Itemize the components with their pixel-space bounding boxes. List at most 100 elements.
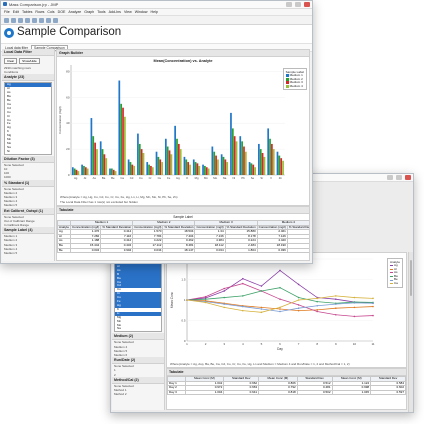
- data-table-icon[interactable]: [46, 17, 51, 23]
- menu-item-help[interactable]: Help: [151, 9, 158, 15]
- bar: [192, 159, 195, 175]
- bar: [114, 171, 117, 175]
- menu-item-edit[interactable]: Edit: [13, 9, 19, 15]
- menu-item-analyze[interactable]: Analyze: [68, 9, 81, 15]
- data-point: [353, 315, 356, 318]
- analyte-list[interactable]: Ag Al As Ba Be Ca Cd Co Cr Cu Fe Hg K Mg Mn Mo Na Ni: [4, 82, 52, 155]
- back-vertical-scrollbar[interactable]: [408, 252, 413, 412]
- bar: [226, 162, 229, 175]
- close-button[interactable]: [304, 2, 310, 7]
- data-point: [279, 286, 281, 289]
- data-point: [297, 304, 300, 306]
- menu-item-window[interactable]: Window: [135, 9, 148, 15]
- back-run-title: Run/Date (2): [112, 357, 164, 365]
- back-run-options[interactable]: None Selected 1 2: [112, 364, 164, 377]
- bar: [267, 128, 270, 175]
- bar: [73, 168, 76, 175]
- list-item[interactable]: Na: [115, 327, 161, 331]
- legend-swatch: [389, 279, 393, 281]
- bar: [170, 154, 173, 175]
- bar: [120, 103, 123, 175]
- bar: [196, 163, 199, 175]
- menu-item-cols[interactable]: Cols: [47, 9, 54, 15]
- bar: [83, 165, 85, 175]
- sample-item[interactable]: Medium 5: [2, 251, 54, 255]
- y-tick-label: 60: [66, 95, 70, 99]
- table-cell: 1.004: [184, 389, 225, 396]
- close-button[interactable]: [405, 175, 411, 180]
- x-tick-label: 9: [335, 342, 337, 346]
- bar: [124, 116, 126, 175]
- back-tabulate-title[interactable]: Tabulate: [167, 369, 406, 376]
- save-icon[interactable]: [18, 17, 23, 23]
- back-medium-options[interactable]: None Selected Medium 4 Medium 5 Medium 6: [112, 340, 164, 357]
- menu-item-add-ins[interactable]: Add-Ins: [109, 9, 121, 15]
- menu-item-rows[interactable]: Rows: [35, 9, 44, 15]
- new-file-icon[interactable]: [4, 17, 9, 23]
- tabulate-title[interactable]: Tabulate: [57, 207, 309, 214]
- x-tick-label: Fe: [167, 176, 171, 180]
- copy-icon[interactable]: [32, 17, 37, 23]
- x-tick-label: 7: [298, 342, 300, 346]
- bar: [92, 136, 95, 175]
- data-point: [223, 296, 225, 299]
- data-point: [335, 313, 337, 316]
- line-legend-item: Ca: [389, 281, 400, 286]
- back-analyte-list[interactable]: AgAlAsBBaCaCdCoCrCuFeHgKLiMgMnMoNa: [114, 260, 162, 333]
- filter-panel-title[interactable]: Local Data Filter: [2, 49, 54, 56]
- menu-item-view[interactable]: View: [124, 9, 132, 15]
- menu-item-tables[interactable]: Tables: [22, 9, 32, 15]
- run-script-icon[interactable]: [53, 17, 58, 23]
- bar: [271, 143, 273, 175]
- bar: [109, 168, 111, 175]
- bar: [174, 125, 176, 175]
- bar: [129, 162, 132, 175]
- calibrant-options[interactable]: None Selected Out of Calibrant Range In Ca…: [2, 215, 54, 228]
- bar: [111, 168, 113, 175]
- bar: [263, 156, 266, 175]
- y-tick-label: 0: [68, 173, 70, 177]
- minimize-button[interactable]: [387, 175, 393, 180]
- data-point: [260, 290, 263, 292]
- table-row: Day 3 1.004 0.641 0.818 0.502 1.045 0.597: [167, 389, 406, 396]
- minimize-button[interactable]: [286, 2, 292, 7]
- sample-options[interactable]: Medium 1 Medium 2 Medium 3 Medium 4 Medium 5: [2, 234, 54, 255]
- list-item[interactable]: Ni: [5, 149, 51, 154]
- cut-icon[interactable]: [25, 17, 30, 23]
- bar: [250, 163, 253, 175]
- dilution-options[interactable]: None Selected 10 100 1000: [2, 163, 54, 180]
- menu-item-tools[interactable]: Tools: [97, 9, 105, 15]
- bar: [155, 151, 158, 175]
- front-window-titlebar[interactable]: Mass Comparison.jrp - JMP: [1, 1, 312, 9]
- x-tick-label: As: [93, 176, 97, 180]
- maximize-button[interactable]: [295, 2, 301, 7]
- toolbar: [1, 16, 312, 25]
- menu-item-file[interactable]: File: [4, 9, 10, 15]
- paste-icon[interactable]: [39, 17, 44, 23]
- bar: [157, 156, 160, 175]
- clear-button[interactable]: Clear: [4, 58, 18, 64]
- bar: [231, 128, 234, 175]
- back-tabulate-table: Mean Conc (M) Standard Dev Mean Conc (M) St…: [167, 376, 406, 396]
- standard-options[interactable]: None Selected Medium 2 Medium 3 Medium 4 Med…: [2, 187, 54, 208]
- legend-swatch: [389, 268, 393, 270]
- back-scrollbar-thumb[interactable]: [410, 260, 412, 296]
- x-tick-label: 3: [223, 342, 225, 346]
- menu-item-graph[interactable]: Graph: [84, 9, 94, 15]
- menu-item-doe[interactable]: DOE: [58, 9, 66, 15]
- tabulate-table: Medium 1Medium 2Medium 3Medium 4MeAnalyt…: [57, 220, 309, 254]
- x-tick-label: Cu: [158, 176, 162, 180]
- open-file-icon[interactable]: [11, 17, 16, 23]
- data-point: [353, 306, 356, 309]
- data-point: [260, 311, 263, 314]
- show-hide-button[interactable]: Show/Hide: [19, 58, 40, 64]
- legend-swatch: [285, 77, 289, 81]
- bar-legend: Sample Label Medium 1 Medium 2 Medium 3 Med…: [282, 68, 307, 91]
- method-item[interactable]: Method 2: [112, 392, 164, 396]
- back-method-options[interactable]: None Selected Method 1 Method 2: [112, 384, 164, 397]
- data-point: [242, 282, 244, 285]
- analyte-list-title: Analyte (23): [2, 74, 54, 82]
- maximize-button[interactable]: [396, 175, 402, 180]
- graph-builder-title[interactable]: Graph Builder: [57, 50, 309, 57]
- bar: [81, 164, 83, 175]
